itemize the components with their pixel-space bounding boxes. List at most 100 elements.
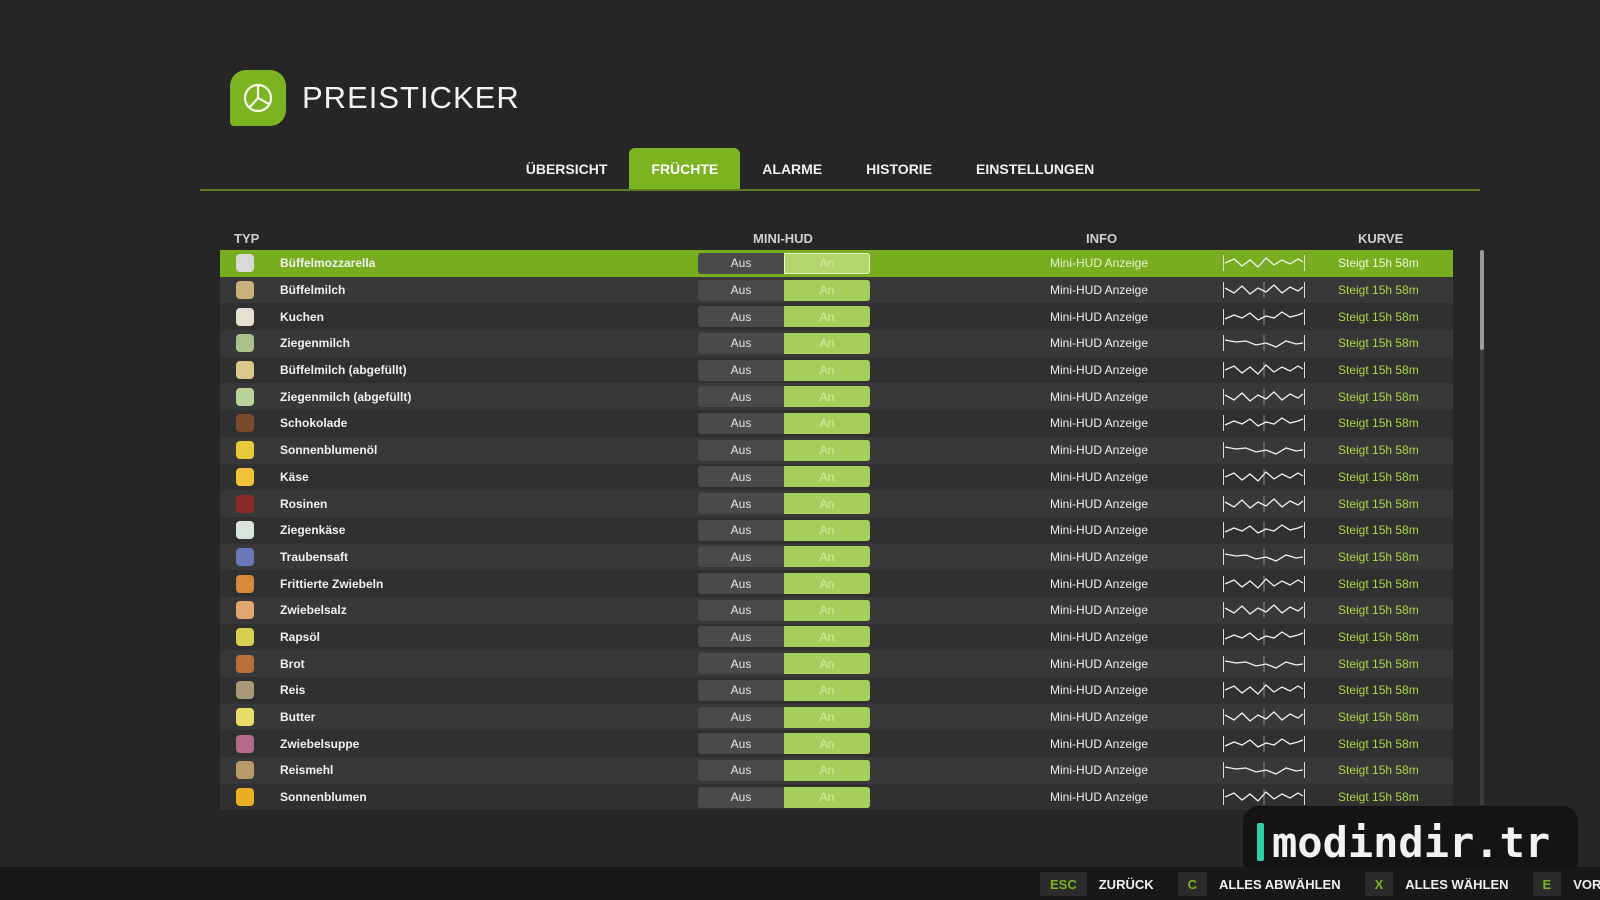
minihud-toggle[interactable]: Aus An bbox=[698, 626, 870, 648]
table-row[interactable]: Zwiebelsuppe Aus An Mini-HUD Anzeige Steigt … bbox=[220, 730, 1453, 758]
toggle-on-button[interactable]: An bbox=[784, 306, 870, 328]
minihud-toggle[interactable]: Aus An bbox=[698, 386, 870, 408]
table-row[interactable]: Zwiebelsalz Aus An Mini-HUD Anzeige Steigt 1… bbox=[220, 596, 1453, 624]
table-row[interactable]: Ziegenmilch (abgefüllt) Aus An Mini-HUD Anz… bbox=[220, 383, 1453, 411]
toggle-off-button[interactable]: Aus bbox=[698, 439, 784, 461]
toggle-off-button[interactable]: Aus bbox=[698, 386, 784, 408]
toggle-on-button[interactable]: An bbox=[784, 519, 870, 541]
toggle-off-button[interactable]: Aus bbox=[698, 599, 784, 621]
minihud-toggle[interactable]: Aus An bbox=[698, 733, 870, 755]
toggle-off-button[interactable]: Aus bbox=[698, 626, 784, 648]
table-row[interactable]: Brot Aus An Mini-HUD Anzeige Steigt 15h 58m bbox=[220, 650, 1453, 677]
toggle-on-button[interactable]: An bbox=[784, 626, 870, 648]
toggle-off-button[interactable]: Aus bbox=[698, 573, 784, 595]
minihud-toggle[interactable]: Aus An bbox=[698, 653, 870, 675]
table-row[interactable]: Sonnenblumenöl Aus An Mini-HUD Anzeige Steig… bbox=[220, 436, 1453, 464]
minihud-toggle[interactable]: Aus An bbox=[698, 466, 870, 488]
table-row[interactable]: Rosinen Aus An Mini-HUD Anzeige Steigt 15h 5… bbox=[220, 490, 1453, 517]
select-all-button[interactable]: ALLES WÄHLEN bbox=[1405, 877, 1508, 892]
minihud-toggle[interactable]: Aus An bbox=[698, 546, 870, 568]
table-row[interactable]: Reismehl Aus An Mini-HUD Anzeige Steigt 15h … bbox=[220, 757, 1453, 784]
table-row[interactable]: Butter Aus An Mini-HUD Anzeige Steigt 15h 58… bbox=[220, 703, 1453, 731]
key-e[interactable]: E bbox=[1532, 872, 1562, 896]
toggle-off-button[interactable]: Aus bbox=[698, 679, 784, 701]
tab-alarms[interactable]: ALARME bbox=[740, 148, 844, 190]
trend-text: Steigt 15h 58m bbox=[1338, 363, 1419, 378]
minihud-toggle[interactable]: Aus An bbox=[698, 759, 870, 781]
toggle-off-button[interactable]: Aus bbox=[698, 786, 784, 808]
toggle-off-button[interactable]: Aus bbox=[698, 653, 784, 675]
table-row[interactable]: Schokolade Aus An Mini-HUD Anzeige Steigt 15… bbox=[220, 410, 1453, 437]
table-row[interactable]: Traubensaft Aus An Mini-HUD Anzeige Steigt 1… bbox=[220, 543, 1453, 571]
table-row[interactable]: Ziegenmilch Aus An Mini-HUD Anzeige Steigt 1… bbox=[220, 330, 1453, 357]
toggle-off-button[interactable]: Aus bbox=[698, 306, 784, 328]
toggle-off-button[interactable]: Aus bbox=[698, 546, 784, 568]
table-row[interactable]: Frittierte Zwiebeln Aus An Mini-HUD Anzeige… bbox=[220, 570, 1453, 597]
minihud-toggle[interactable]: Aus An bbox=[698, 786, 870, 808]
toggle-off-button[interactable]: Aus bbox=[698, 706, 784, 728]
toggle-on-button[interactable]: An bbox=[784, 599, 870, 621]
toggle-off-button[interactable]: Aus bbox=[698, 252, 784, 274]
toggle-on-button[interactable]: An bbox=[784, 679, 870, 701]
toggle-off-button[interactable]: Aus bbox=[698, 466, 784, 488]
toggle-off-button[interactable]: Aus bbox=[698, 412, 784, 434]
deselect-all-button[interactable]: ALLES ABWÄHLEN bbox=[1219, 877, 1341, 892]
minihud-toggle[interactable]: Aus An bbox=[698, 439, 870, 461]
table-row[interactable]: Büffelmilch Aus An Mini-HUD Anzeige Steigt 1… bbox=[220, 276, 1453, 304]
tab-overview[interactable]: ÜBERSICHT bbox=[504, 148, 630, 190]
toggle-off-button[interactable]: Aus bbox=[698, 493, 784, 515]
toggle-off-button[interactable]: Aus bbox=[698, 332, 784, 354]
toggle-on-button[interactable]: An bbox=[784, 279, 870, 301]
minihud-toggle[interactable]: Aus An bbox=[698, 599, 870, 621]
minihud-toggle[interactable]: Aus An bbox=[698, 706, 870, 728]
toggle-on-button[interactable]: An bbox=[784, 786, 870, 808]
minihud-toggle[interactable]: Aus An bbox=[698, 332, 870, 354]
toggle-on-button[interactable]: An bbox=[784, 332, 870, 354]
table-row[interactable]: Käse Aus An Mini-HUD Anzeige Steigt 15h 58m bbox=[220, 463, 1453, 491]
toggle-on-button[interactable]: An bbox=[784, 359, 870, 381]
minihud-toggle[interactable]: Aus An bbox=[698, 359, 870, 381]
list-scrollbar[interactable] bbox=[1480, 250, 1484, 805]
table-row[interactable]: Büffelmilch (abgefüllt) Aus An Mini-HUD Anz… bbox=[220, 356, 1453, 384]
tab-settings[interactable]: EINSTELLUNGEN bbox=[954, 148, 1116, 190]
back-button[interactable]: ZURÜCK bbox=[1099, 877, 1154, 892]
toggle-off-button[interactable]: Aus bbox=[698, 733, 784, 755]
table-row[interactable]: Ziegenkäse Aus An Mini-HUD Anzeige Steigt 15… bbox=[220, 516, 1453, 544]
key-esc[interactable]: ESC bbox=[1040, 872, 1087, 896]
minihud-toggle[interactable]: Aus An bbox=[698, 679, 870, 701]
minihud-toggle[interactable]: Aus An bbox=[698, 519, 870, 541]
minihud-toggle[interactable]: Aus An bbox=[698, 279, 870, 301]
trend-text: Steigt 15h 58m bbox=[1338, 683, 1419, 698]
toggle-off-button[interactable]: Aus bbox=[698, 279, 784, 301]
toggle-off-button[interactable]: Aus bbox=[698, 359, 784, 381]
key-c[interactable]: C bbox=[1177, 872, 1208, 896]
toggle-on-button[interactable]: An bbox=[784, 706, 870, 728]
toggle-on-button[interactable]: An bbox=[784, 653, 870, 675]
previous-button[interactable]: VORH bbox=[1573, 877, 1600, 892]
table-row[interactable]: Rapsöl Aus An Mini-HUD Anzeige Steigt 15h 58… bbox=[220, 623, 1453, 651]
tab-fruits[interactable]: FRÜCHTE bbox=[629, 148, 741, 190]
toggle-on-button[interactable]: An bbox=[784, 252, 870, 274]
toggle-off-button[interactable]: Aus bbox=[698, 759, 784, 781]
toggle-on-button[interactable]: An bbox=[784, 573, 870, 595]
minihud-toggle[interactable]: Aus An bbox=[698, 306, 870, 328]
minihud-toggle[interactable]: Aus An bbox=[698, 252, 870, 274]
tab-history[interactable]: HISTORIE bbox=[844, 148, 954, 190]
table-row[interactable]: Reis Aus An Mini-HUD Anzeige Steigt 15h 58m bbox=[220, 677, 1453, 704]
toggle-on-button[interactable]: An bbox=[784, 386, 870, 408]
minihud-toggle[interactable]: Aus An bbox=[698, 493, 870, 515]
toggle-off-button[interactable]: Aus bbox=[698, 519, 784, 541]
toggle-on-button[interactable]: An bbox=[784, 733, 870, 755]
minihud-toggle[interactable]: Aus An bbox=[698, 412, 870, 434]
table-row[interactable]: Kuchen Aus An Mini-HUD Anzeige Steigt 15h 58… bbox=[220, 303, 1453, 331]
toggle-on-button[interactable]: An bbox=[784, 412, 870, 434]
toggle-on-button[interactable]: An bbox=[784, 439, 870, 461]
minihud-toggle[interactable]: Aus An bbox=[698, 573, 870, 595]
toggle-on-button[interactable]: An bbox=[784, 546, 870, 568]
table-row[interactable]: Büffelmozzarella Aus An Mini-HUD Anzeige Ste… bbox=[220, 250, 1453, 277]
toggle-on-button[interactable]: An bbox=[784, 759, 870, 781]
key-x[interactable]: X bbox=[1364, 872, 1394, 896]
scrollbar-thumb[interactable] bbox=[1480, 250, 1484, 350]
toggle-on-button[interactable]: An bbox=[784, 466, 870, 488]
toggle-on-button[interactable]: An bbox=[784, 493, 870, 515]
